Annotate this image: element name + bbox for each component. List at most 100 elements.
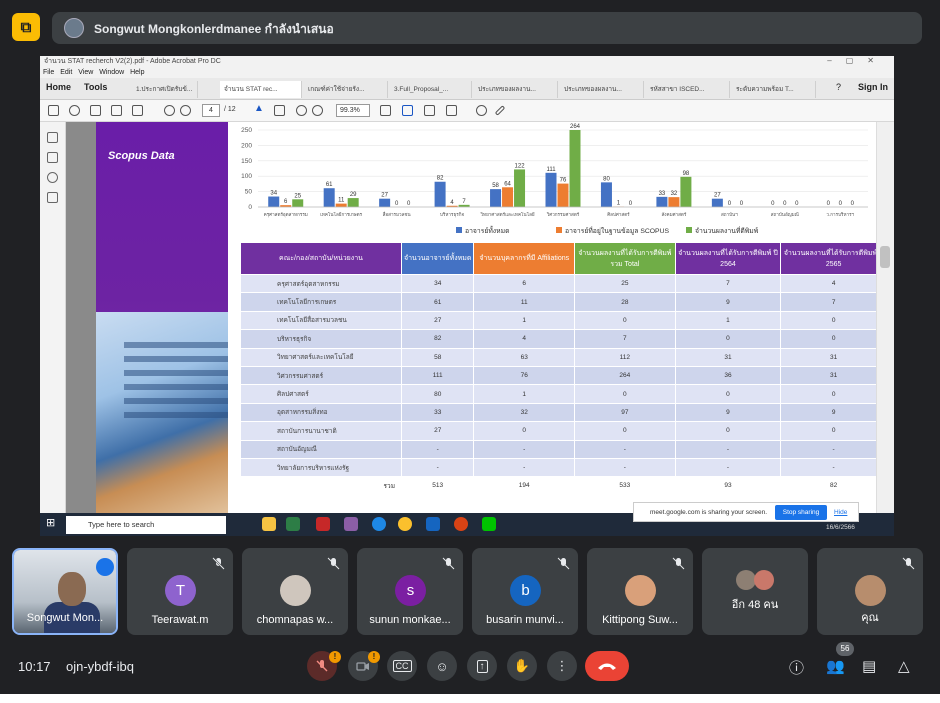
left-rail (40, 122, 66, 514)
chat-icon[interactable]: ▤ (862, 657, 876, 675)
captions-button[interactable]: CC (387, 651, 417, 681)
leave-call-button[interactable] (585, 651, 629, 681)
app-icon[interactable] (344, 517, 358, 531)
table-cell: 1 (674, 310, 782, 331)
doc-tab-active[interactable]: จำนวน STAT rec... (220, 81, 302, 98)
doc-tab[interactable]: ประเภทของผลงาน... (474, 81, 558, 98)
windows-start-icon[interactable]: ⊞ (46, 517, 58, 529)
help-icon[interactable]: ? (836, 82, 841, 92)
table-cell: 112 (574, 347, 676, 367)
more-options-button[interactable]: ⋮ (547, 651, 577, 681)
powerpoint-icon[interactable] (454, 517, 468, 531)
y-tick-label: 100 (241, 173, 252, 180)
doc-tab[interactable]: ระดับความพร้อม T... (732, 81, 816, 98)
table-cell: 0 (780, 421, 886, 441)
table-cell: - (674, 439, 782, 459)
data-label: 98 (683, 171, 690, 177)
people-icon[interactable]: 👥 (826, 657, 845, 675)
zoom-select[interactable]: 99.3% (336, 104, 370, 117)
toolbar: ▲ (40, 100, 894, 122)
data-label: 58 (492, 183, 499, 189)
fullscreen-icon[interactable] (424, 105, 435, 116)
participant-tile[interactable]: คุณ (817, 548, 923, 635)
taskbar-search[interactable]: Type here to search (66, 516, 226, 534)
participant-tile-group[interactable]: อีก 48 คน (702, 548, 808, 635)
line-icon[interactable] (482, 517, 496, 531)
page-number-input[interactable]: 4 (202, 104, 220, 117)
sign-in-link[interactable]: Sign In (858, 82, 888, 92)
scroll-mode-icon[interactable] (402, 105, 413, 116)
table-row: เทคโนโลยีสื่อสารมวลชน 27 1 0 1 0 (240, 310, 886, 331)
layers-icon[interactable] (47, 192, 58, 203)
hide-link[interactable]: Hide (834, 509, 847, 516)
store-icon[interactable] (286, 517, 300, 531)
doc-tab[interactable]: เกณฑ์ค่าใช้จ่ายรัง... (304, 81, 388, 98)
data-label: 122 (515, 163, 526, 169)
table-cell: 0 (780, 329, 886, 349)
y-tick-label: 50 (245, 189, 253, 196)
raise-hand-button[interactable]: ✋ (507, 651, 537, 681)
table-cell: 34 (400, 273, 475, 294)
present-button[interactable]: ↑ (467, 651, 497, 681)
prev-page-icon[interactable] (164, 105, 175, 116)
print-icon[interactable] (90, 105, 101, 116)
participant-tile[interactable]: Songwut Mon... (12, 548, 118, 635)
table-cell: 25 (574, 273, 676, 294)
doc-tab[interactable]: 1.ประกาศเปิดรับข้... (132, 81, 198, 98)
data-label: 111 (546, 167, 556, 173)
doc-tab[interactable]: ประเภทของผลงาน... (560, 81, 644, 98)
participant-tile[interactable]: chomnapas w... (242, 548, 348, 635)
doc-tab[interactable]: 3.Full_Proposal_... (390, 81, 472, 98)
pages-icon[interactable] (47, 132, 58, 143)
activities-icon[interactable]: △ (898, 657, 910, 675)
data-label: 0 (407, 201, 411, 207)
acrobat-icon[interactable] (316, 517, 330, 531)
crop-icon[interactable] (446, 105, 457, 116)
select-cursor-icon[interactable]: ▲ (254, 103, 265, 114)
table-cell: 11 (473, 292, 576, 312)
edge-icon[interactable] (372, 517, 386, 531)
participant-tile[interactable]: s sunun monkae... (357, 548, 463, 635)
window-controls[interactable]: –▢✕ (827, 56, 888, 65)
table-header: จำนวนผลงานที่ได้รับการตีพิมพ์รวม Total (574, 242, 676, 275)
table-cell: 0 (780, 384, 886, 404)
zoom-in-icon[interactable] (312, 105, 323, 116)
menu-bar[interactable]: File Edit View Window Help (40, 68, 894, 78)
presenter-label: Songwut Mongkonlerdmanee กำลังนำเสนอ (94, 22, 334, 36)
next-page-icon[interactable] (180, 105, 191, 116)
pen-icon[interactable] (494, 105, 506, 116)
file-explorer-icon[interactable] (262, 517, 276, 531)
table-cell: 31 (674, 347, 782, 367)
vertical-scrollbar[interactable] (876, 122, 894, 514)
table-cell: 82 (400, 329, 475, 349)
upload-icon[interactable] (69, 105, 80, 116)
data-label: 0 (395, 201, 399, 207)
hand-icon[interactable] (274, 105, 285, 116)
doc-tab[interactable]: รหัสสาขา ISCED... (646, 81, 730, 98)
row-label: สถาบันการนานาชาติ (240, 421, 402, 441)
scroll-thumb[interactable] (880, 246, 890, 268)
participant-tile[interactable]: T Teerawat.m (127, 548, 233, 635)
participant-tile[interactable]: Kittipong Suw... (587, 548, 693, 635)
data-label: 1 (617, 201, 621, 207)
table-cell: 1 (473, 384, 576, 404)
table-cell: 61 (400, 292, 475, 312)
zoom-out-icon[interactable] (296, 105, 307, 116)
home-tab[interactable]: Home (46, 82, 71, 92)
stop-sharing-button[interactable]: Stop sharing (775, 505, 827, 520)
save-icon[interactable] (48, 105, 59, 116)
search-icon[interactable] (132, 105, 143, 116)
chrome-icon[interactable] (398, 517, 412, 531)
mail-app-icon[interactable] (426, 517, 440, 531)
emoji-button[interactable]: ☺ (427, 651, 457, 681)
table-header: จำนวนบุคลากรที่มี Affiliations (473, 242, 576, 275)
mail-icon[interactable] (111, 105, 122, 116)
comment-icon[interactable] (476, 105, 487, 116)
bookmark-icon[interactable] (47, 152, 58, 163)
tools-tab[interactable]: Tools (84, 82, 107, 92)
fit-icon[interactable] (380, 105, 391, 116)
attachment-icon[interactable] (47, 172, 58, 183)
participant-tile[interactable]: b busarin munvi... (472, 548, 578, 635)
info-icon[interactable]: ⓘ (789, 657, 804, 678)
scopus-title: Scopus Data (108, 150, 175, 162)
